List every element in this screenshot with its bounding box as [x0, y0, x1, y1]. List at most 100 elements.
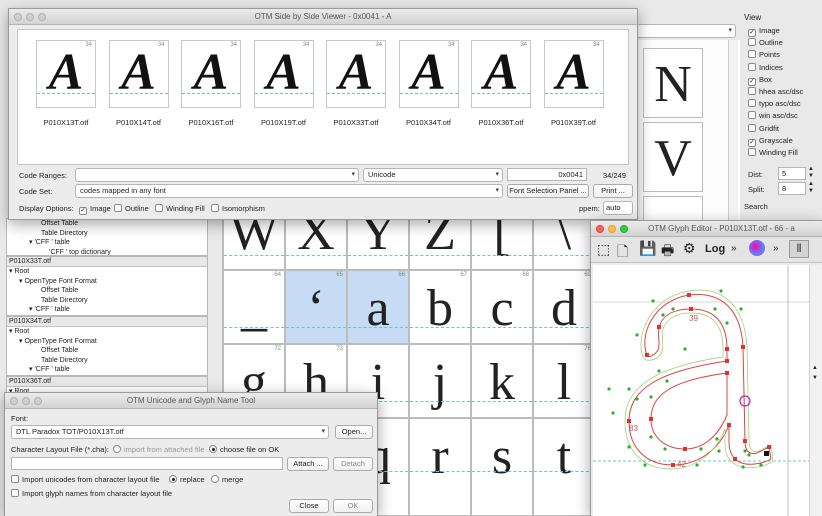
- checkbox-icon[interactable]: [748, 99, 756, 108]
- grid-cell[interactable]: j: [409, 344, 471, 418]
- view-option-grayscale[interactable]: ✓ Grayscale: [748, 136, 793, 147]
- grid-cell[interactable]: r: [409, 418, 471, 516]
- color-icon[interactable]: [749, 240, 765, 256]
- checkbox-icon[interactable]: [748, 62, 756, 71]
- minimize-window-icon[interactable]: [26, 13, 34, 21]
- checkbox-icon[interactable]: [748, 38, 756, 47]
- display-option-winding-fill[interactable]: Winding Fill: [155, 204, 205, 213]
- glyph-contour[interactable]: [628, 293, 772, 466]
- import-unicodes-checkbox[interactable]: Import unicodes from character layout fi…: [11, 475, 160, 484]
- close-window-icon[interactable]: [10, 397, 18, 405]
- zoom-window-icon[interactable]: [620, 225, 628, 233]
- grid-cell[interactable]: 67 b: [409, 270, 471, 344]
- tree-line[interactable]: Table Directory: [7, 229, 207, 239]
- editor-scrollbar[interactable]: ▲ ▼: [809, 265, 822, 516]
- split-stepper[interactable]: 8: [778, 182, 806, 195]
- font-glyph-panel[interactable]: 34 A: [326, 40, 386, 108]
- tree-line[interactable]: ▾ 'CFF ' table: [7, 238, 207, 248]
- grid-cell[interactable]: s: [471, 418, 533, 516]
- radio-icon[interactable]: [211, 475, 219, 483]
- grid-cell[interactable]: 76 l: [533, 344, 595, 418]
- code-input[interactable]: 0x0041: [507, 168, 587, 181]
- save-icon[interactable]: 💾: [639, 240, 656, 257]
- checkbox-icon[interactable]: ✓: [748, 77, 756, 86]
- ppem-dropdown[interactable]: auto: [603, 201, 633, 215]
- grid-cell-selected[interactable]: 66 a: [347, 270, 409, 344]
- tree-pane[interactable]: P010X33T.otf ▾ Root ▾ OpenType Font Form…: [6, 256, 208, 316]
- minimize-window-icon[interactable]: [608, 225, 616, 233]
- display-option-outline[interactable]: Outline: [114, 204, 149, 213]
- document-icon[interactable]: 🗋: [617, 241, 628, 265]
- scroll-down-icon[interactable]: ▼: [812, 375, 818, 381]
- view-option-box[interactable]: ✓ Box: [748, 75, 772, 86]
- tree-line[interactable]: 'CFF ' top dictionary: [7, 248, 207, 256]
- tree-line[interactable]: ▾ OpenType Font Format: [7, 277, 207, 287]
- view-option-image[interactable]: ✓ Image: [748, 26, 780, 37]
- view-option-gridfit[interactable]: Gridfit: [748, 123, 779, 133]
- layout-file-input[interactable]: [11, 457, 283, 470]
- checkbox-icon[interactable]: ✓: [748, 138, 756, 147]
- grid-cell[interactable]: N: [643, 48, 703, 118]
- checkbox-icon[interactable]: [11, 475, 19, 483]
- grid-cell[interactable]: [: [471, 218, 533, 270]
- checkbox-icon[interactable]: [748, 111, 756, 120]
- tree-line[interactable]: Offset Table: [7, 346, 207, 356]
- radio-icon[interactable]: [209, 445, 217, 453]
- control-points[interactable]: [607, 289, 763, 469]
- grid-cell[interactable]: X: [285, 218, 347, 270]
- grid-cell-selected[interactable]: 65 ‘: [285, 270, 347, 344]
- new-icon[interactable]: ⬚: [597, 241, 610, 258]
- open-button[interactable]: Open...: [335, 425, 373, 439]
- grid-cell[interactable]: V: [643, 122, 703, 192]
- view-option-indices[interactable]: Indices: [748, 62, 783, 72]
- close-button[interactable]: Close: [289, 499, 329, 513]
- view-option-outline[interactable]: Outline: [748, 38, 783, 47]
- choose-file-radio[interactable]: choose file on OK: [209, 445, 279, 454]
- font-glyph-panel[interactable]: 34 A: [108, 40, 169, 108]
- grid-cell[interactable]: 68 c: [471, 270, 533, 344]
- tree-line[interactable]: Table Directory: [7, 296, 207, 306]
- font-selection-panel-button[interactable]: Font Selection Panel ...: [507, 184, 589, 198]
- log-button[interactable]: Log: [705, 243, 725, 255]
- grid-cell[interactable]: [643, 196, 703, 221]
- grid-cell[interactable]: \: [533, 218, 595, 270]
- grid-scrollbar[interactable]: [728, 40, 738, 240]
- tree-line[interactable]: Offset Table: [7, 219, 207, 229]
- dist-stepper[interactable]: 5: [778, 167, 806, 180]
- print-icon[interactable]: 🖶: [661, 240, 674, 264]
- grid-cell[interactable]: 64 _: [223, 270, 285, 344]
- glyph-editor-canvas[interactable]: 39 83 42: [593, 265, 809, 516]
- more-tools-icon[interactable]: »: [731, 243, 737, 254]
- font-glyph-panel[interactable]: 34 A: [253, 40, 314, 108]
- font-glyph-panel[interactable]: 34 A: [543, 40, 604, 108]
- close-window-icon[interactable]: [14, 13, 22, 21]
- stepper-arrows-icon[interactable]: ▲ ▼: [808, 181, 814, 195]
- display-option-image[interactable]: ✓ Image: [79, 204, 111, 215]
- checkbox-icon[interactable]: [748, 87, 756, 95]
- view-option-win-asc-dsc[interactable]: win asc/dsc: [748, 111, 798, 120]
- import-names-checkbox[interactable]: Import glyph names from character layout…: [11, 489, 172, 498]
- checkbox-icon[interactable]: [114, 204, 122, 212]
- glyph-outline-svg[interactable]: 39 83 42: [593, 265, 809, 516]
- tools-icon[interactable]: ⚙: [683, 240, 696, 257]
- checkbox-icon[interactable]: [155, 204, 163, 212]
- zoom-window-icon[interactable]: [38, 13, 46, 21]
- tree-line[interactable]: ▾ 'CFF ' table: [7, 305, 207, 315]
- tree-line[interactable]: ▾ OpenType Font Format: [7, 337, 207, 347]
- font-glyph-panel[interactable]: 34 A: [471, 40, 531, 108]
- view-option-winding-fill[interactable]: Winding Fill: [748, 148, 798, 157]
- font-glyph-panel[interactable]: 34 A: [36, 40, 96, 108]
- checkbox-icon[interactable]: [211, 204, 219, 212]
- checkbox-icon[interactable]: [748, 50, 756, 59]
- grid-cell[interactable]: 69 d: [533, 270, 595, 344]
- main-top-dropdown[interactable]: ▾: [636, 24, 736, 38]
- import-attached-radio[interactable]: import from attached file: [113, 445, 204, 454]
- tree-pane[interactable]: P010X34T.otf ▾ Root ▾ OpenType Font Form…: [6, 316, 208, 376]
- view-option-hhea-asc-dsc[interactable]: hhea asc/dsc: [748, 87, 803, 96]
- end-point-marker[interactable]: [764, 451, 769, 456]
- font-dropdown[interactable]: DTL Paradox TOT/P010X13T.otf ▾: [11, 425, 329, 439]
- encoding-dropdown[interactable]: Unicode ▾: [363, 168, 503, 182]
- zoom-window-icon[interactable]: [34, 397, 42, 405]
- display-option-isomorphism[interactable]: Isomorphism: [211, 204, 265, 213]
- checkbox-icon[interactable]: ✓: [79, 207, 87, 215]
